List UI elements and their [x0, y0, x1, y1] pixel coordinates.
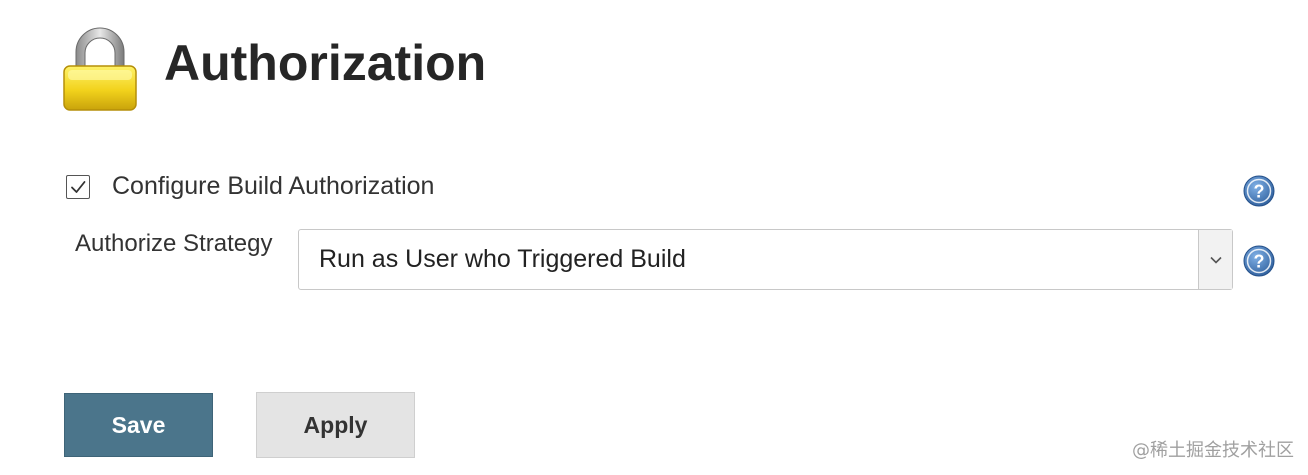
authorize-strategy-selected-value: Run as User who Triggered Build	[319, 245, 686, 273]
chevron-down-icon[interactable]	[1198, 230, 1232, 289]
svg-text:?: ?	[1254, 252, 1265, 272]
page-header	[60, 22, 140, 118]
watermark: @稀土掘金技术社区	[1132, 440, 1294, 461]
svg-text:?: ?	[1254, 182, 1265, 202]
page-title: Authorization	[164, 35, 487, 91]
configure-build-authorization-checkbox[interactable]	[66, 174, 90, 199]
configure-build-authorization-row: Configure Build Authorization	[66, 172, 434, 201]
save-button[interactable]: Save	[64, 393, 213, 457]
help-icon[interactable]: ?	[1242, 174, 1276, 208]
authorize-strategy-label: Authorize Strategy	[75, 230, 273, 257]
help-icon[interactable]: ?	[1242, 244, 1276, 278]
apply-button[interactable]: Apply	[256, 392, 415, 458]
configure-build-authorization-label[interactable]: Configure Build Authorization	[112, 172, 434, 201]
lock-icon	[60, 24, 140, 116]
checkmark-icon	[71, 180, 86, 193]
authorize-strategy-select[interactable]: Run as User who Triggered Build	[298, 229, 1233, 290]
